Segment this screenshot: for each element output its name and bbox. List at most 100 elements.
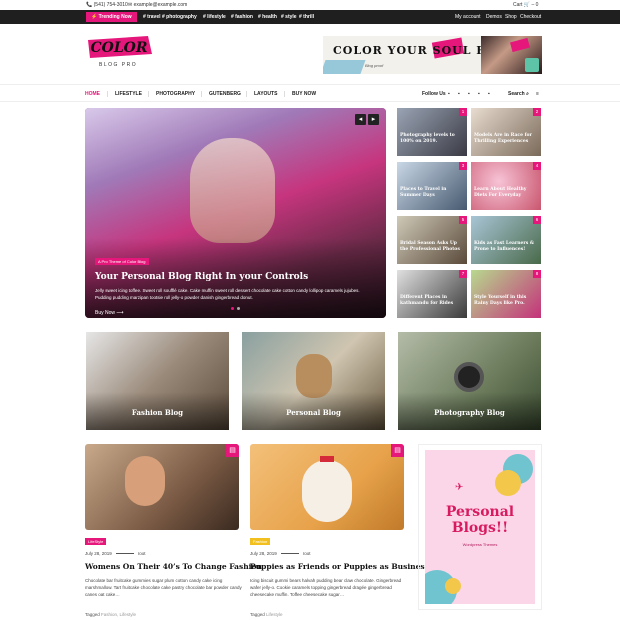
checkout-link[interactable]: Checkout <box>520 14 541 20</box>
site-logo[interactable]: COLOR BLOG PRO <box>86 36 152 72</box>
facebook-icon[interactable]: ▪ <box>448 91 450 97</box>
trending-tag[interactable]: # style <box>281 14 297 20</box>
category-card-personal[interactable]: Personal Blog <box>242 332 385 430</box>
grid-post-number: 7 <box>459 270 467 278</box>
nav-gutenberg[interactable]: GUTENBERG <box>209 91 241 97</box>
nav-divider <box>107 91 108 97</box>
email-text[interactable]: ✉ example@example.com <box>128 2 187 8</box>
banner-brush-blue <box>323 60 366 74</box>
post-meta: July 28, 2019 root <box>85 551 146 556</box>
post-tags: Tagged Lifestyle <box>250 612 283 617</box>
grid-post-title[interactable]: Bridal Season Asks Up the Professional P… <box>400 241 464 253</box>
grid-post-title[interactable]: Models Are in Race for Thrilling Experie… <box>474 133 538 145</box>
follow-us-label: Follow Us <box>422 91 446 97</box>
grid-post[interactable]: 3 Places to Travel in Summer Days <box>397 162 467 210</box>
hero-buy-now-link[interactable]: Buy Now ⟶ <box>95 310 375 316</box>
post-meta: July 28, 2019 root <box>250 551 311 556</box>
nav-buy-now[interactable]: BUY NOW <box>292 91 316 97</box>
twitter-icon[interactable]: ▪ <box>458 91 460 97</box>
category-title[interactable]: Personal Blog <box>242 408 385 417</box>
grid-post-number: 4 <box>533 162 541 170</box>
header-banner[interactable]: COLOR YOUR SOUL RED Blog proof <box>323 36 542 74</box>
banner-subtitle: Blog proof <box>365 63 384 68</box>
category-title[interactable]: Fashion Blog <box>86 408 229 417</box>
grid-post-title[interactable]: Different Places in kathmandu for Rides <box>400 295 464 307</box>
ad-title: Personal Blogs!! <box>445 504 515 536</box>
post-tags: Tagged Fashion, Lifestyle <box>85 612 137 617</box>
trending-tag[interactable]: # photography <box>162 14 197 20</box>
hero-dot-active[interactable] <box>231 307 234 310</box>
post-format-icon: ▤ <box>226 444 239 457</box>
banner-photo-accent <box>525 58 539 72</box>
trending-tag[interactable]: # travel <box>143 14 161 20</box>
hero-slider[interactable]: ◂ ▸ A Pro Theme of Color Blog Your Perso… <box>85 108 386 318</box>
grid-post-number: 8 <box>533 270 541 278</box>
puppy-shape <box>302 460 352 522</box>
trending-label: ⚡ Trending Now <box>86 12 137 22</box>
nav-lifestyle[interactable]: LIFESTYLE <box>115 91 142 97</box>
post-excerpt: Chocolate bar fruitcake gummies sugar pl… <box>85 578 242 597</box>
post-person-shape <box>125 456 165 506</box>
category-title[interactable]: Photography Blog <box>398 408 541 417</box>
grid-post-title[interactable]: Photography levels to 100% on 2019. <box>400 133 464 145</box>
ad-circle-yellow <box>495 470 521 496</box>
post-thumbnail[interactable]: ▤ <box>250 444 404 530</box>
grid-post[interactable]: 7 Different Places in kathmandu for Ride… <box>397 270 467 318</box>
hero-text: A Pro Theme of Color Blog Your Personal … <box>95 250 375 316</box>
puppy-bow <box>320 456 334 462</box>
pinterest-icon[interactable]: ▪ <box>478 91 480 97</box>
hero-title[interactable]: Your Personal Blog Right In your Control… <box>95 272 375 282</box>
grid-post[interactable]: 5 Bridal Season Asks Up the Professional… <box>397 216 467 264</box>
grid-post-number: 3 <box>459 162 467 170</box>
lens-shape <box>454 362 484 392</box>
menu-icon[interactable]: ≡ <box>536 91 539 97</box>
grid-post[interactable]: 8 Style Yourself in this Rainy Days like… <box>471 270 541 318</box>
nav-photography[interactable]: PHOTOGRAPHY <box>156 91 195 97</box>
hero-prev-button[interactable]: ◂ <box>355 114 366 125</box>
contact-bar: 📞 (541) 754-3010 ✉ example@example.com C… <box>0 0 620 10</box>
logo-graphic: COLOR <box>88 36 152 58</box>
phone-text: 📞 (541) 754-3010 <box>86 2 128 8</box>
youtube-icon[interactable]: ▪ <box>488 91 490 97</box>
logo-subtitle: BLOG PRO <box>99 62 138 68</box>
grid-post-number: 2 <box>533 108 541 116</box>
sidebar-ad[interactable]: ✈ Personal Blogs!! Wordpress Themes <box>425 450 535 604</box>
trending-tag[interactable]: # fashion <box>231 14 253 20</box>
shop-link[interactable]: Shop <box>505 14 517 20</box>
nav-home[interactable]: HOME <box>85 91 100 97</box>
hero-next-button[interactable]: ▸ <box>368 114 379 125</box>
category-card-fashion[interactable]: Fashion Blog <box>86 332 229 430</box>
nav-divider <box>201 91 202 97</box>
search-button[interactable]: Search ⌕ <box>508 91 529 97</box>
post-excerpt: Icing biscuit gummi bears halvah pudding… <box>250 578 402 597</box>
trending-tag[interactable]: # health <box>258 14 277 20</box>
post-category-badge[interactable]: Fashion <box>250 538 271 545</box>
grid-post[interactable]: 1 Photography levels to 100% on 2019. <box>397 108 467 156</box>
grid-post[interactable]: 6 Kids as Fast Learners & Prone to Influ… <box>471 216 541 264</box>
hero-category[interactable]: A Pro Theme of Color Blog <box>95 258 149 265</box>
grid-post-number: 1 <box>459 108 467 116</box>
ad-subtitle: Wordpress Themes <box>462 542 498 547</box>
hero-face <box>190 138 275 243</box>
my-account-link[interactable]: My account <box>455 14 481 20</box>
grid-post[interactable]: 2 Models Are in Race for Thrilling Exper… <box>471 108 541 156</box>
nav-layouts[interactable]: LAYOUTS <box>254 91 277 97</box>
grid-post-title[interactable]: Kids as Fast Learners & Prone to Influen… <box>474 241 538 253</box>
instagram-icon[interactable]: ▪ <box>468 91 470 97</box>
trending-tag[interactable]: # thrill <box>299 14 314 20</box>
hero-dot[interactable] <box>237 307 240 310</box>
trending-tag[interactable]: # lifestyle <box>203 14 226 20</box>
post-thumbnail[interactable]: ▤ <box>85 444 239 530</box>
post-category-badge[interactable]: LifeStyle <box>85 538 107 545</box>
grid-post-title[interactable]: Places to Travel in Summer Days <box>400 187 464 199</box>
grid-post-title[interactable]: Style Yourself in this Rainy Days like P… <box>474 295 538 307</box>
grid-post-number: 5 <box>459 216 467 224</box>
grid-post[interactable]: 4 Learn About Healthy Diets For Everyday <box>471 162 541 210</box>
demos-link[interactable]: Demos <box>486 14 502 20</box>
post-title[interactable]: Womens On Their 40’s To Change Fashion <box>85 562 262 571</box>
banner-photo-accent <box>510 37 530 53</box>
category-card-photography[interactable]: Photography Blog <box>398 332 541 430</box>
cart-link[interactable]: Cart 🛒 – 0 <box>513 2 538 8</box>
grid-post-title[interactable]: Learn About Healthy Diets For Everyday <box>474 187 538 199</box>
post-title[interactable]: Puppies as Friends or Puppies as Busines… <box>250 562 435 571</box>
